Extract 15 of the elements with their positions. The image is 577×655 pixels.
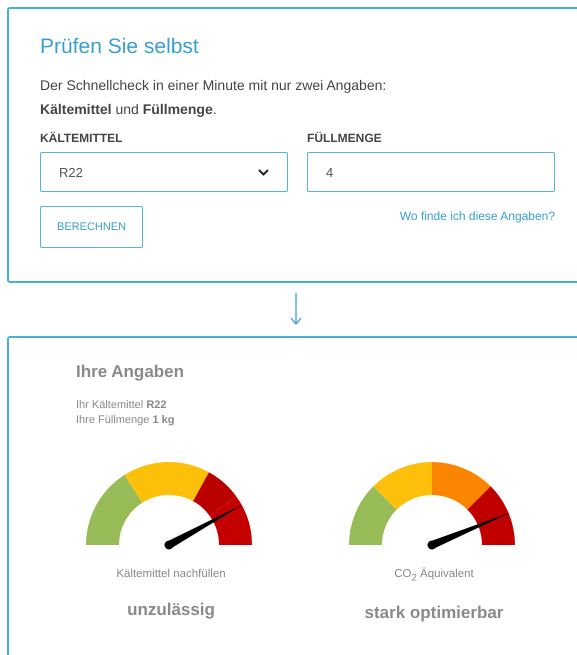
arrow-down-icon — [290, 293, 302, 325]
result-info-text: Ihr Kältemittel R22 — [76, 398, 166, 413]
intro-text: Der Schnellcheck in einer Minute mit nur zwei Angaben: Kältemittel und Füllmenge. — [40, 76, 388, 119]
result-info-text: Ihre Füllmenge 1 kg — [76, 413, 174, 428]
refrigerant-label: KÄLTEMITTEL — [40, 131, 122, 145]
refrigerant-select[interactable]: R22 — [40, 152, 288, 192]
gauge-label: Kältemittel nachfüllen — [116, 568, 226, 580]
chevron-down-icon — [258, 168, 269, 176]
amount-input[interactable]: 4 — [307, 152, 555, 192]
gauge-verdict: stark optimierbar — [364, 603, 504, 624]
gauge-verdict: unzulässig — [127, 600, 215, 620]
result-title: Ihre Angaben — [76, 362, 184, 382]
amount-label: FÜLLMENGE — [307, 131, 382, 145]
gauge-label: CO$_{2}$ Äquivalent — [394, 568, 474, 584]
check-title: Prüfen Sie selbst — [40, 35, 200, 59]
